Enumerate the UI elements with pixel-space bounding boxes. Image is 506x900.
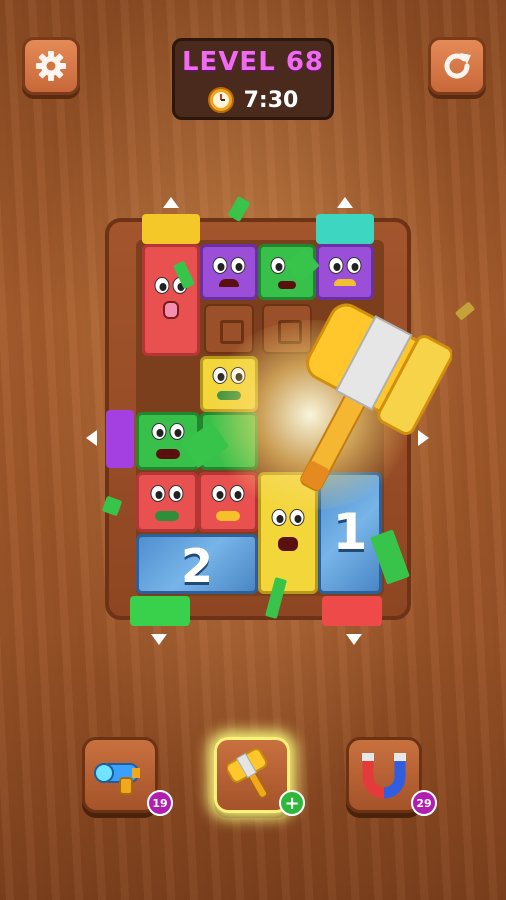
blaster-icon	[94, 763, 140, 795]
magnet-powerup-button[interactable]: 29	[346, 737, 437, 816]
hammer-powerup-button[interactable]: +	[214, 737, 305, 816]
level-title: LEVEL 68	[181, 47, 324, 77]
shard	[454, 301, 476, 321]
magnet-count-badge: 29	[411, 790, 437, 816]
block-red-a[interactable]	[136, 472, 198, 532]
exit-purple-left	[106, 410, 134, 468]
arrow-left	[86, 430, 97, 446]
hammer-icon	[227, 748, 268, 799]
arrow-down-right	[346, 634, 362, 645]
magnet-icon	[362, 753, 406, 799]
settings-button[interactable]	[22, 37, 80, 95]
timer-value: 7:30	[243, 87, 299, 113]
exit-green-bottom	[130, 596, 190, 626]
arrow-up-right	[337, 197, 353, 208]
restart-button[interactable]	[428, 37, 486, 95]
blaster-powerup-button[interactable]: 19	[82, 737, 173, 816]
exit-yellow-top	[142, 214, 200, 244]
clock-icon	[207, 87, 234, 113]
ice-counter: 2	[180, 539, 213, 593]
hammer-add-badge[interactable]: +	[279, 790, 305, 816]
exit-red-bottom	[322, 596, 382, 626]
hammer-effect-icon	[300, 303, 452, 492]
block-red-tall[interactable]	[142, 244, 200, 356]
timer-row: 7:30	[175, 87, 331, 113]
block-purple[interactable]	[200, 244, 258, 300]
blaster-count-badge: 19	[147, 790, 173, 816]
exit-teal-top	[316, 214, 374, 244]
arrow-up-left	[163, 197, 179, 208]
ice-block-2[interactable]: 2	[136, 534, 258, 594]
restart-icon	[444, 53, 471, 79]
arrow-down-left	[151, 634, 167, 645]
level-panel: LEVEL 68 7:30	[172, 38, 334, 120]
gear-icon	[36, 51, 66, 81]
